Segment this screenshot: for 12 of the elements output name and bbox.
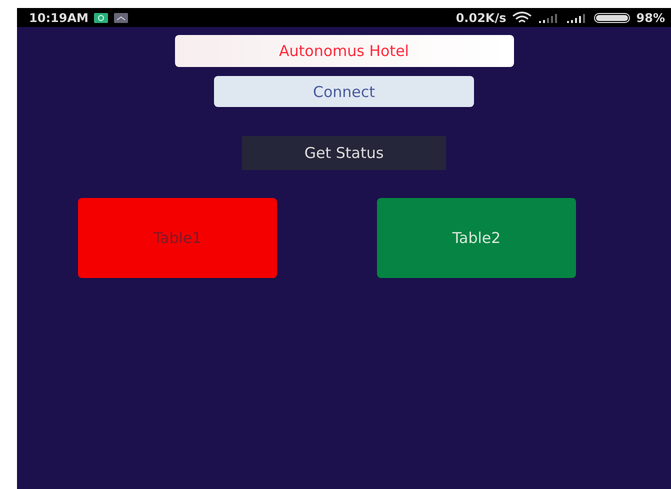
- image-icon: [114, 12, 128, 22]
- time: 10:19AM: [29, 10, 88, 24]
- notification-icon: [94, 12, 108, 22]
- table-button[interactable]: Table2: [377, 198, 576, 278]
- network-speed: 0.02K/s: [456, 10, 506, 24]
- connect-button[interactable]: Connect: [214, 76, 474, 107]
- title-field[interactable]: Autonomus Hotel: [174, 35, 514, 67]
- battery-percent: 98%: [636, 10, 665, 24]
- battery-icon: [594, 12, 630, 22]
- wifi-icon: [512, 10, 532, 24]
- table-button[interactable]: Table1: [78, 198, 277, 278]
- get-status-button[interactable]: Get Status: [242, 136, 446, 170]
